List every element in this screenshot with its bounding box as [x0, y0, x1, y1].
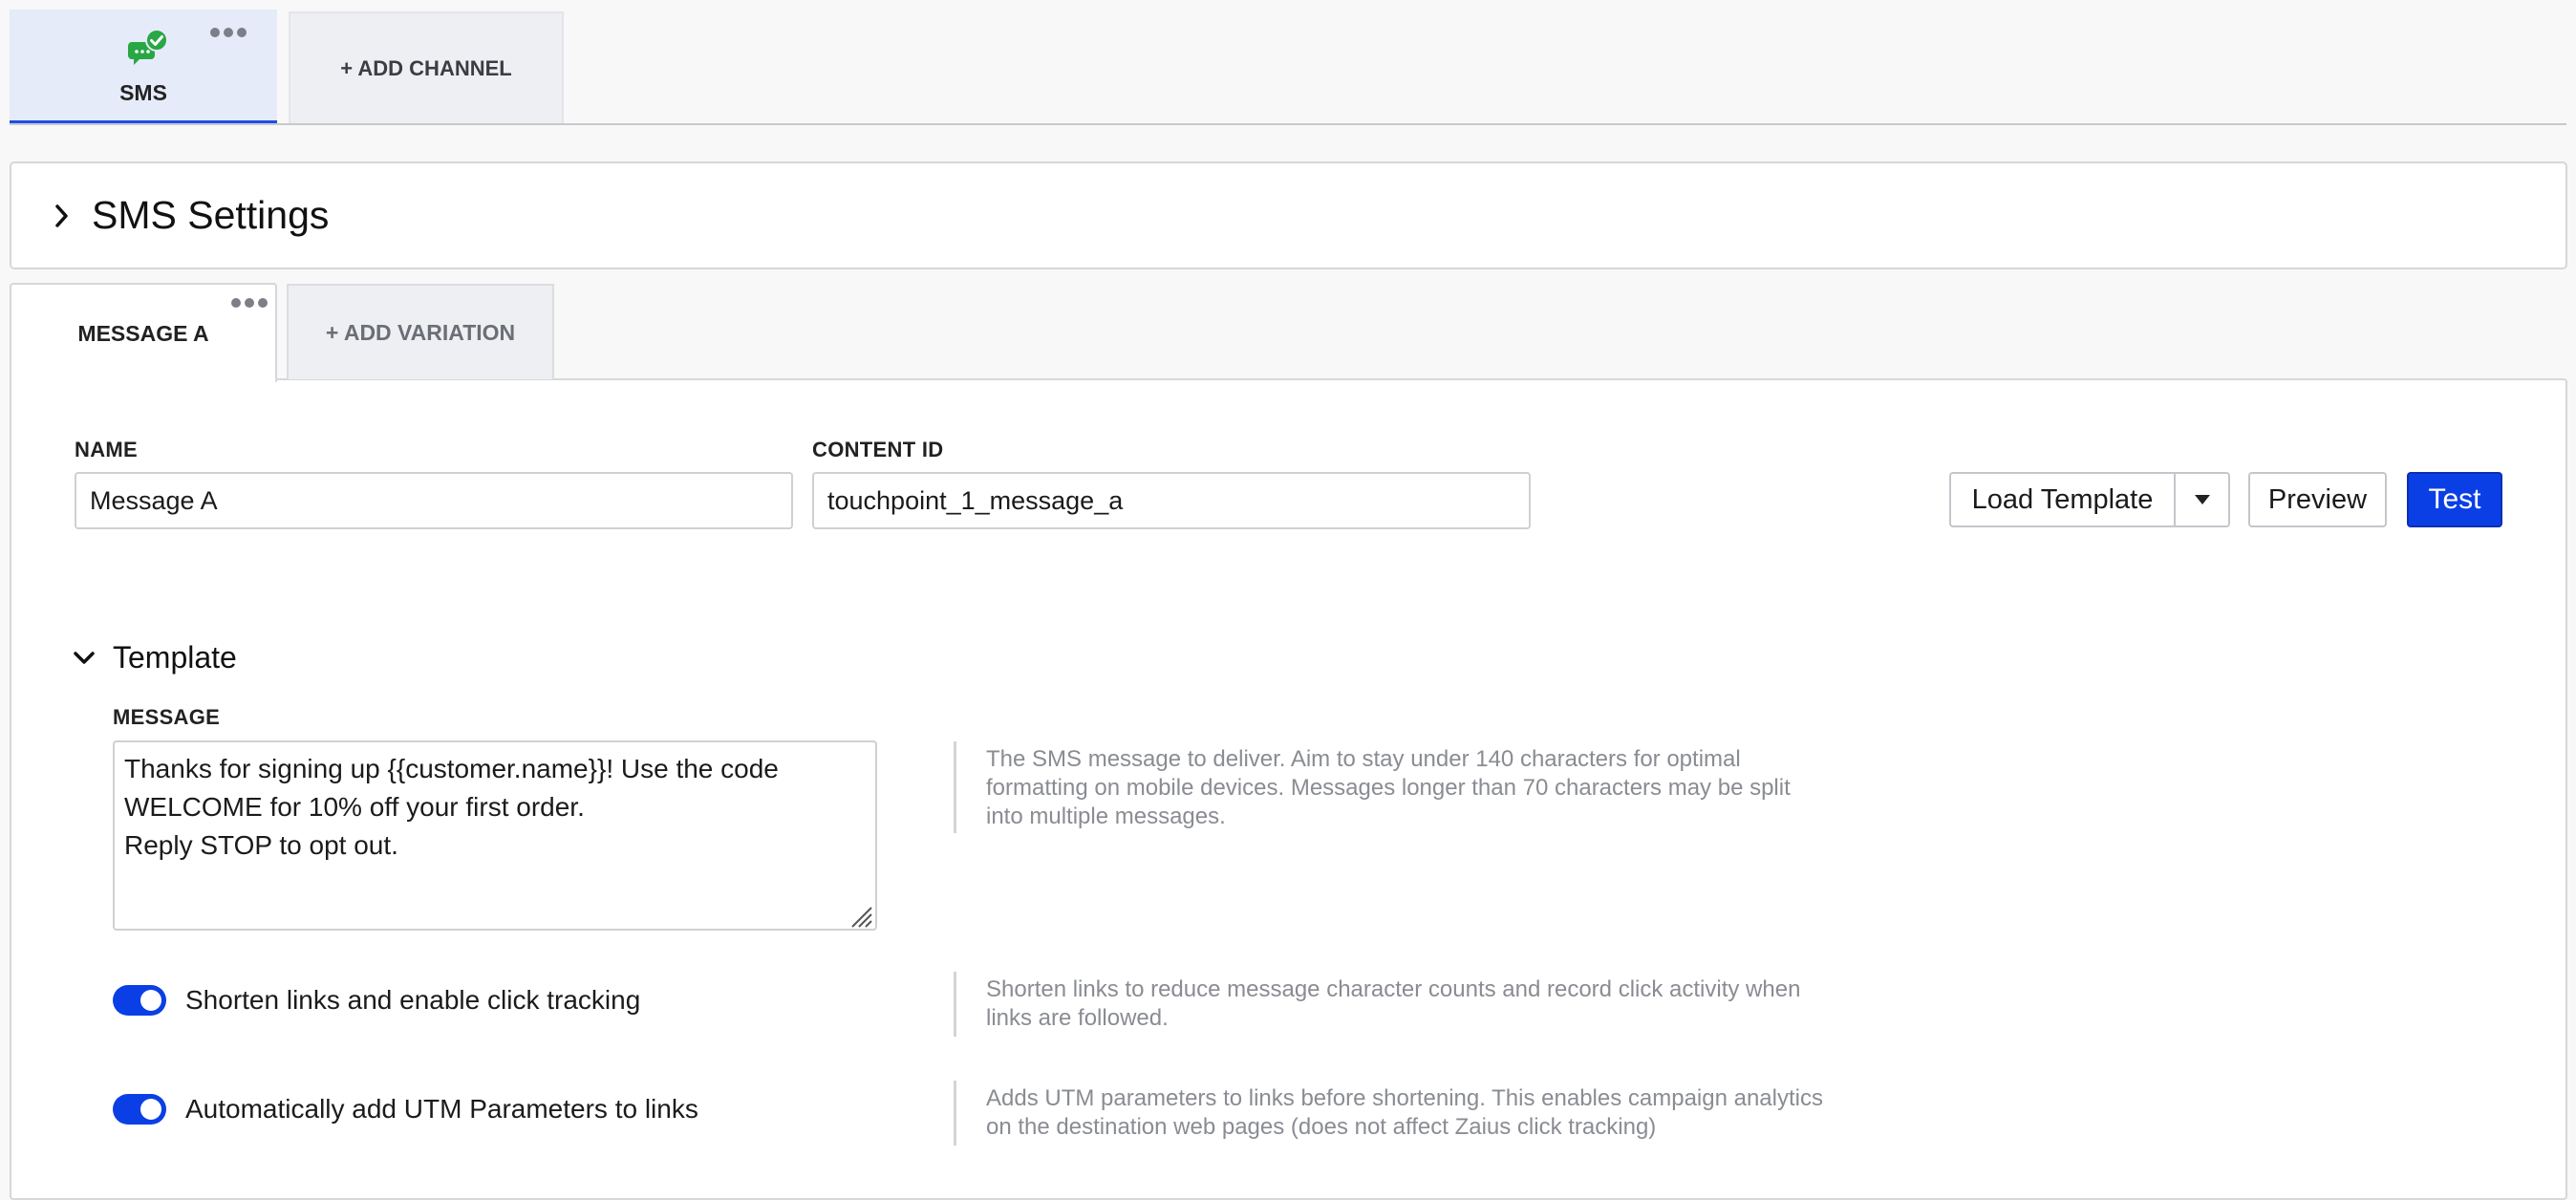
utm-parameters-help-text: Adds UTM parameters to links before shor…: [986, 1085, 1823, 1140]
message-textarea[interactable]: Thanks for signing up {{customer.name}}!…: [113, 740, 877, 931]
tab-message-a-label: MESSAGE A: [77, 321, 209, 346]
add-channel-button[interactable]: + ADD CHANNEL: [289, 11, 564, 123]
add-variation-button[interactable]: + ADD VARIATION: [287, 284, 554, 379]
utm-parameters-toggle[interactable]: [113, 1094, 166, 1125]
sms-check-icon: [128, 29, 168, 65]
tab-message-a[interactable]: MESSAGE A: [10, 283, 277, 382]
shorten-links-toggle[interactable]: [113, 985, 166, 1016]
chevron-down-icon: [74, 651, 95, 664]
content-id-input[interactable]: [812, 472, 1531, 529]
shorten-links-help-text: Shorten links to reduce message characte…: [986, 976, 1801, 1031]
resize-handle-icon[interactable]: [847, 902, 873, 929]
channel-more-icon[interactable]: [210, 28, 247, 37]
caret-down-icon: [2194, 495, 2210, 504]
message-help-divider: [954, 741, 956, 833]
shorten-links-help-divider: [954, 972, 956, 1037]
load-template-dropdown[interactable]: [2174, 472, 2230, 527]
message-label: MESSAGE: [113, 705, 221, 729]
content-id-label: CONTENT ID: [812, 438, 944, 461]
message-more-icon[interactable]: [231, 298, 268, 308]
sms-settings-title: SMS Settings: [92, 193, 330, 237]
load-template-button[interactable]: Load Template: [1949, 472, 2176, 527]
utm-parameters-label: Automatically add UTM Parameters to link…: [185, 1094, 698, 1124]
utm-parameters-help-divider: [954, 1081, 956, 1146]
sms-settings-panel[interactable]: SMS Settings: [10, 161, 2567, 269]
chevron-right-icon: [55, 204, 68, 227]
template-title: Template: [113, 640, 237, 675]
channel-tab-bar: SMS + ADD CHANNEL: [10, 10, 2566, 125]
preview-button[interactable]: Preview: [2248, 472, 2387, 527]
message-help-text: The SMS message to deliver. Aim to stay …: [986, 746, 1791, 829]
load-template-split-button: Load Template: [1949, 472, 2230, 527]
channel-tab-sms[interactable]: SMS: [10, 10, 277, 124]
channel-tab-divider: [10, 123, 2566, 125]
shorten-links-label: Shorten links and enable click tracking: [185, 985, 641, 1015]
name-input[interactable]: [75, 472, 793, 529]
name-label: NAME: [75, 438, 138, 461]
template-section-header[interactable]: Template: [73, 640, 237, 675]
channel-tab-label: SMS: [119, 80, 167, 105]
test-button[interactable]: Test: [2407, 472, 2502, 527]
